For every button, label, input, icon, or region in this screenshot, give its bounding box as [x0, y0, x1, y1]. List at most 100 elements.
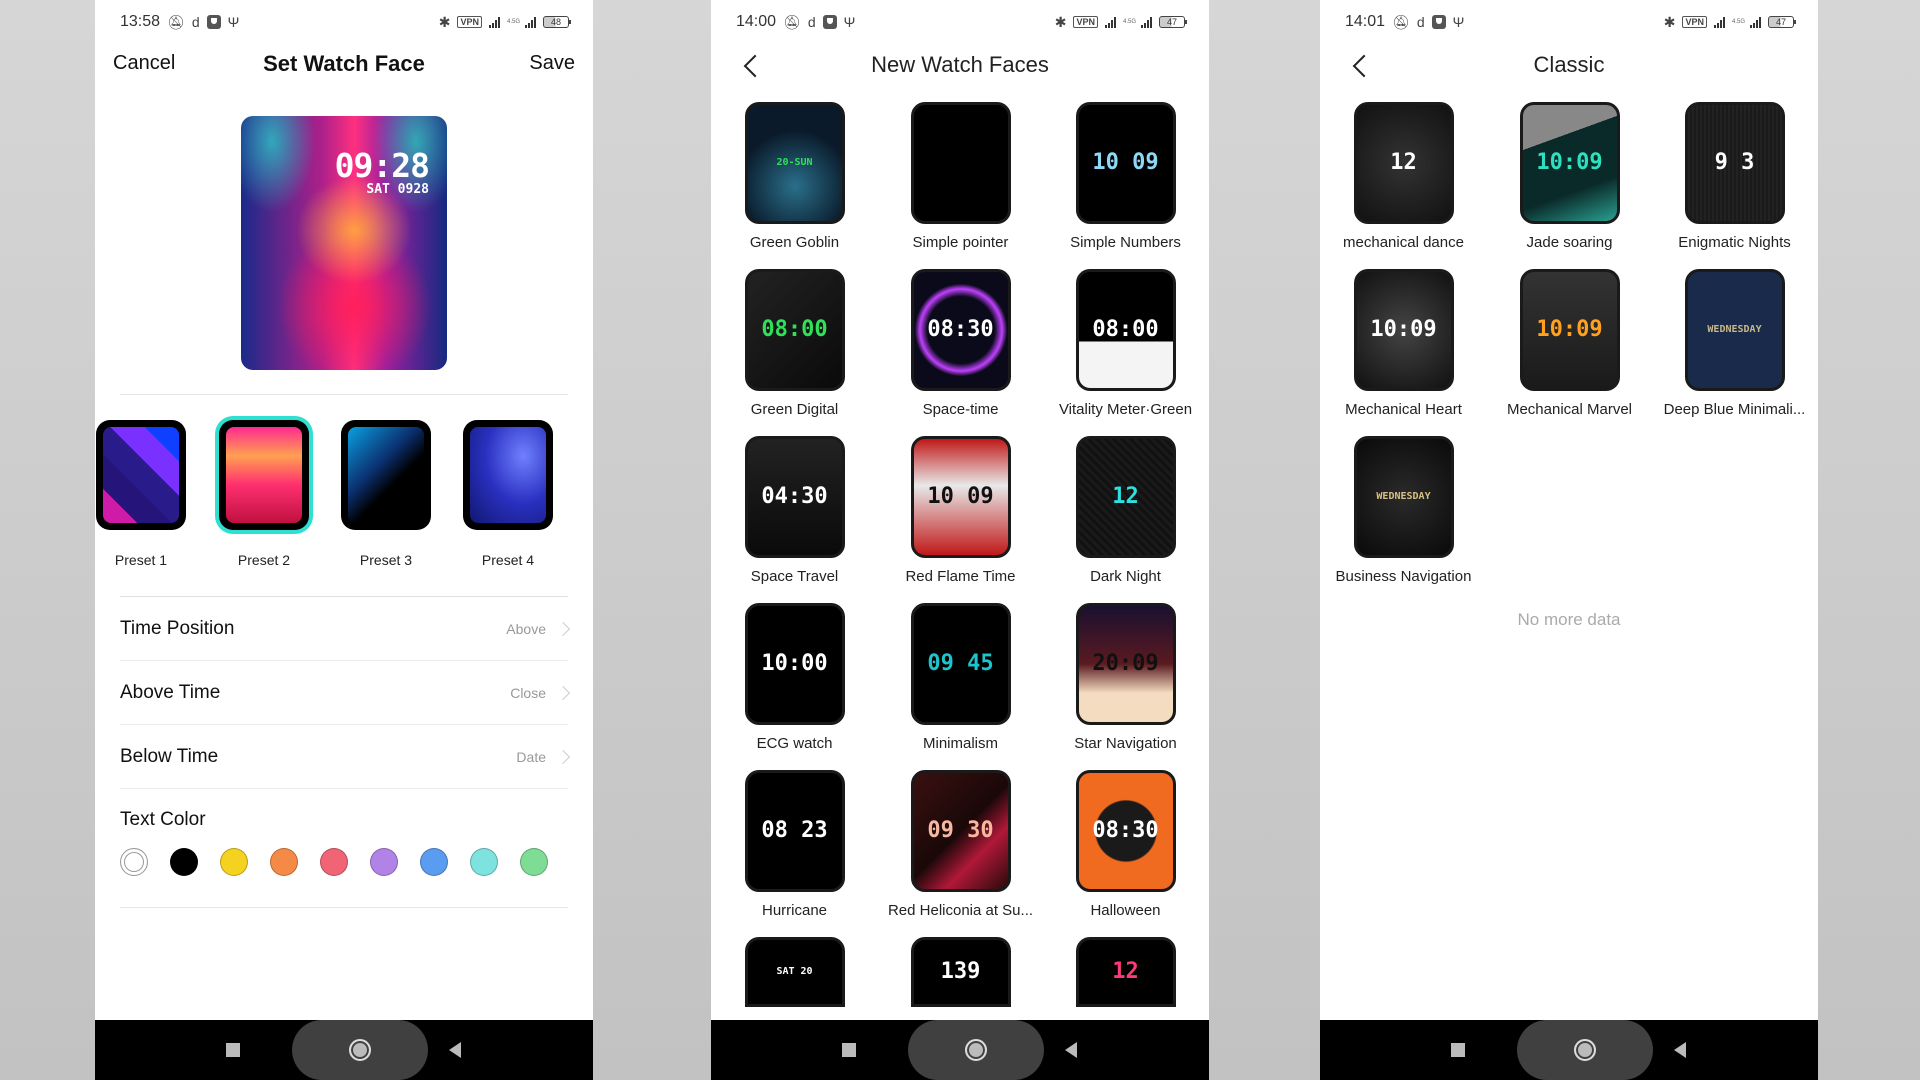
- preset-label: Preset 3: [359, 552, 413, 568]
- recents-button[interactable]: [226, 1043, 240, 1057]
- watch-face-display: 09 45: [927, 651, 994, 676]
- setting-below-time[interactable]: Below Time Date: [120, 725, 571, 789]
- watch-face-display: 08:00: [1092, 317, 1159, 342]
- watch-face-item[interactable]: 9 3 Enigmatic Nights: [1653, 102, 1816, 251]
- preset-label: Preset 4: [481, 552, 535, 568]
- watch-face-item[interactable]: SAT 20: [713, 937, 876, 1007]
- watch-face-item[interactable]: 10 09 Red Flame Time: [879, 436, 1042, 585]
- preset-label: Preset 2: [237, 552, 291, 568]
- color-swatch[interactable]: [370, 848, 398, 876]
- watch-face-name: Red Heliconia at Su...: [887, 902, 1034, 919]
- color-swatch[interactable]: [470, 848, 498, 876]
- watch-face-item[interactable]: 10:00 ECG watch: [713, 603, 876, 752]
- battery-icon: 47: [1768, 16, 1796, 28]
- watch-face-display: 08:30: [1092, 818, 1159, 843]
- watch-face-item[interactable]: 09 45 Minimalism: [879, 603, 1042, 752]
- setting-label: Above Time: [120, 681, 221, 703]
- watch-face-item[interactable]: 10 09 Simple Numbers: [1044, 102, 1207, 251]
- back-button[interactable]: [1065, 1042, 1077, 1058]
- setting-value: Above: [506, 620, 546, 637]
- watch-face-thumbnail: 20:09: [1075, 603, 1176, 725]
- home-button[interactable]: [292, 1020, 428, 1080]
- watch-face-thumbnail: 12: [1353, 102, 1454, 224]
- back-button[interactable]: [1674, 1042, 1686, 1058]
- watch-face-item[interactable]: 139: [879, 937, 1042, 1007]
- preview-date: SAT 0928: [366, 182, 429, 197]
- chevron-right-icon: [555, 749, 571, 764]
- shield-icon: [206, 15, 221, 29]
- home-icon: [349, 1039, 371, 1061]
- status-bar: 14:00 🔕︎ d Ψ ✱ VPN 4.5G 47: [711, 0, 1209, 44]
- bluetooth-icon: ✱: [438, 14, 451, 30]
- watch-face-item[interactable]: 20-SUN Green Goblin: [713, 102, 876, 251]
- watch-face-name: Simple pointer: [912, 234, 1009, 251]
- watch-face-item[interactable]: 08 23 Hurricane: [713, 770, 876, 919]
- watch-face-item[interactable]: WEDNESDAY Deep Blue Minimali...: [1653, 269, 1816, 418]
- watch-face-name: Hurricane: [761, 902, 828, 919]
- color-swatch[interactable]: [320, 848, 348, 876]
- watch-face-item[interactable]: 09 30 Red Heliconia at Su...: [879, 770, 1042, 919]
- color-swatch[interactable]: [420, 848, 448, 876]
- page-title: New Watch Faces: [871, 52, 1049, 77]
- watch-face-item[interactable]: 12: [1044, 937, 1207, 1007]
- battery-icon: 47: [1159, 16, 1187, 28]
- color-swatch[interactable]: [270, 848, 298, 876]
- recents-button[interactable]: [1451, 1043, 1465, 1057]
- system-nav-bar: [95, 1020, 593, 1080]
- watch-face-item[interactable]: 10:09 Mechanical Heart: [1322, 269, 1485, 418]
- watch-face-item[interactable]: WEDNESDAY Business Navigation: [1322, 436, 1485, 585]
- color-swatch[interactable]: [120, 848, 148, 876]
- save-button[interactable]: Save: [529, 52, 575, 75]
- home-button[interactable]: [1517, 1020, 1653, 1080]
- status-time: 14:01: [1345, 13, 1386, 30]
- battery-icon: 48: [543, 16, 571, 28]
- watch-face-item[interactable]: 20:09 Star Navigation: [1044, 603, 1207, 752]
- preset-2[interactable]: Preset 2: [219, 420, 309, 568]
- watch-face-thumbnail: [910, 102, 1011, 224]
- preset-thumbnail: [348, 427, 424, 523]
- watch-face-thumbnail: 10 09: [1075, 102, 1176, 224]
- watch-face-thumbnail: 09 45: [910, 603, 1011, 725]
- watch-face-thumbnail: WEDNESDAY: [1353, 436, 1454, 558]
- set-watch-face-screen: 13:58 🔕︎ d Ψ ✱ VPN 4.5G 48 Cancel Set Wa…: [95, 0, 593, 1080]
- watch-face-display: 12: [1112, 959, 1139, 984]
- watch-face-name: Space-time: [922, 401, 999, 418]
- watch-face-item[interactable]: 08:00 Vitality Meter·Green: [1044, 269, 1207, 418]
- status-bar: 13:58 🔕︎ d Ψ ✱ VPN 4.5G 48: [95, 0, 593, 44]
- preset-3[interactable]: Preset 3: [341, 420, 431, 568]
- color-swatch[interactable]: [220, 848, 248, 876]
- watch-face-item[interactable]: 10:09 Jade soaring: [1488, 102, 1651, 251]
- network-type: 4.5G: [506, 19, 520, 25]
- page-title: Set Watch Face: [263, 51, 425, 76]
- color-swatch[interactable]: [520, 848, 548, 876]
- watch-face-thumbnail: 10:09: [1519, 102, 1620, 224]
- home-button[interactable]: [908, 1020, 1044, 1080]
- watch-face-item[interactable]: Simple pointer: [879, 102, 1042, 251]
- watch-face-item[interactable]: 08:30 Space-time: [879, 269, 1042, 418]
- page-title: Classic: [1533, 52, 1605, 77]
- divider: [120, 394, 568, 395]
- setting-above-time[interactable]: Above Time Close: [120, 661, 571, 725]
- watch-face-preview: 09:28 SAT 0928: [241, 116, 447, 370]
- back-button[interactable]: [449, 1042, 461, 1058]
- watch-face-thumbnail: SAT 20: [744, 937, 845, 1007]
- watch-face-thumbnail: 139: [910, 937, 1011, 1007]
- preset-4[interactable]: Preset 4: [463, 420, 553, 568]
- watch-face-display: 08:30: [927, 317, 994, 342]
- recents-button[interactable]: [842, 1043, 856, 1057]
- watch-face-name: Mechanical Marvel: [1506, 401, 1633, 418]
- color-swatch[interactable]: [170, 848, 198, 876]
- divider: [120, 907, 568, 908]
- watch-face-item[interactable]: 12 mechanical dance: [1322, 102, 1485, 251]
- watch-face-thumbnail: 10:00: [744, 603, 845, 725]
- preset-1[interactable]: Preset 1: [96, 420, 186, 568]
- setting-time-position[interactable]: Time Position Above: [120, 597, 571, 661]
- watch-face-item[interactable]: 12 Dark Night: [1044, 436, 1207, 585]
- watch-face-item[interactable]: 04:30 Space Travel: [713, 436, 876, 585]
- watch-face-item[interactable]: 08:30 Halloween: [1044, 770, 1207, 919]
- watch-face-display: 20-SUN: [776, 157, 813, 168]
- watch-face-thumbnail: 08:30: [1075, 770, 1176, 892]
- watch-face-name: Vitality Meter·Green: [1058, 401, 1193, 418]
- watch-face-item[interactable]: 08:00 Green Digital: [713, 269, 876, 418]
- watch-face-item[interactable]: 10:09 Mechanical Marvel: [1488, 269, 1651, 418]
